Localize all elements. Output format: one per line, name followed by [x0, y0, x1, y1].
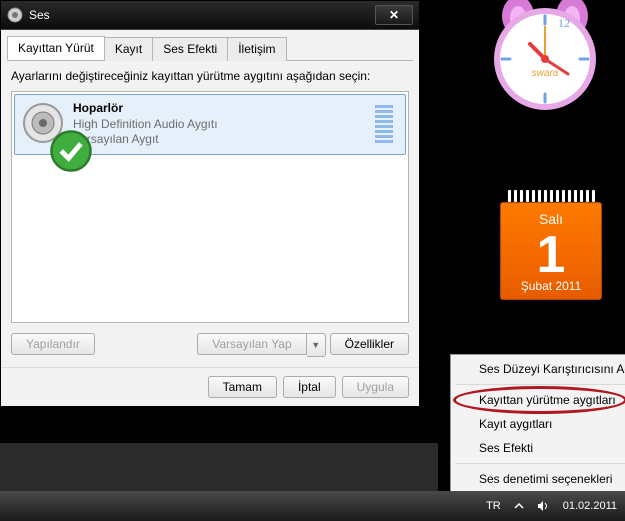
context-menu-item[interactable]: Ses denetimi seçenekleri [453, 467, 625, 491]
taskbar-date[interactable]: 01.02.2011 [555, 500, 625, 512]
chevron-down-icon[interactable]: ▼ [307, 333, 326, 357]
tab-recording[interactable]: Kayıt [104, 37, 153, 61]
volume-icon[interactable] [535, 498, 551, 514]
context-menu-item[interactable]: Ses Efekti [453, 436, 625, 460]
device-name: Hoparlör [73, 101, 375, 117]
device-driver: High Definition Audio Aygıtı [73, 117, 375, 133]
tab-sounds[interactable]: Ses Efekti [152, 37, 228, 61]
calendar-month: Şubat 2011 [505, 279, 597, 293]
dialog-title: Ses [29, 8, 375, 22]
context-menu-item[interactable]: Kayıt aygıtları [453, 412, 625, 436]
tab-comm[interactable]: İletişim [227, 37, 286, 61]
checkmark-icon [49, 129, 67, 147]
device-text: Hoparlör High Definition Audio Aygıtı Va… [73, 101, 375, 148]
set-default-button[interactable]: Varsayılan Yap [197, 333, 306, 355]
taskbar-app-area [0, 443, 438, 491]
calendar-date: 1 [505, 229, 597, 281]
titlebar[interactable]: Ses ✕ [1, 1, 419, 29]
speaker-icon [21, 101, 65, 145]
clock-gadget[interactable]: 12 swara [490, 4, 600, 114]
device-item[interactable]: Hoparlör High Definition Audio Aygıtı Va… [14, 94, 406, 155]
device-list[interactable]: Hoparlör High Definition Audio Aygıtı Va… [11, 91, 409, 323]
tab-playback[interactable]: Kayıttan Yürüt [7, 36, 105, 60]
context-menu-separator [455, 384, 625, 385]
calendar-rings [500, 186, 602, 202]
context-menu-item[interactable]: Kayıttan yürütme aygıtları [453, 388, 625, 412]
sound-dialog: Ses ✕ Kayıttan Yürüt Kayıt Ses Efekti İl… [0, 0, 420, 407]
tray-context-menu: Ses Düzeyi Karıştırıcısını Aç Kayıttan yü… [450, 354, 625, 494]
close-button[interactable]: ✕ [375, 5, 413, 25]
language-indicator[interactable]: TR [480, 500, 507, 512]
instruction-text: Ayarlarını değiştireceğiniz kayıttan yür… [11, 69, 409, 83]
sound-icon [7, 7, 23, 23]
calendar-day: Salı [505, 211, 597, 227]
apply-button[interactable]: Uygula [342, 376, 409, 398]
ok-button[interactable]: Tamam [208, 376, 277, 398]
tray-chevron-icon[interactable] [511, 498, 527, 514]
calendar-gadget[interactable]: Salı 1 Şubat 2011 [500, 186, 602, 300]
context-menu-item[interactable]: Ses Düzeyi Karıştırıcısını Aç [453, 357, 625, 381]
tab-strip: Kayıttan Yürüt Kayıt Ses Efekti İletişim [7, 36, 413, 61]
taskbar[interactable]: TR 01.02.2011 [0, 491, 625, 521]
cancel-button[interactable]: İptal [283, 376, 336, 398]
clock-brand: swara [490, 68, 600, 79]
level-meter [375, 101, 399, 148]
context-menu-separator [455, 463, 625, 464]
device-status: Varsayılan Aygıt [73, 132, 375, 148]
configure-button[interactable]: Yapılandır [11, 333, 95, 355]
svg-text:12: 12 [558, 16, 570, 30]
properties-button[interactable]: Özellikler [330, 333, 409, 355]
